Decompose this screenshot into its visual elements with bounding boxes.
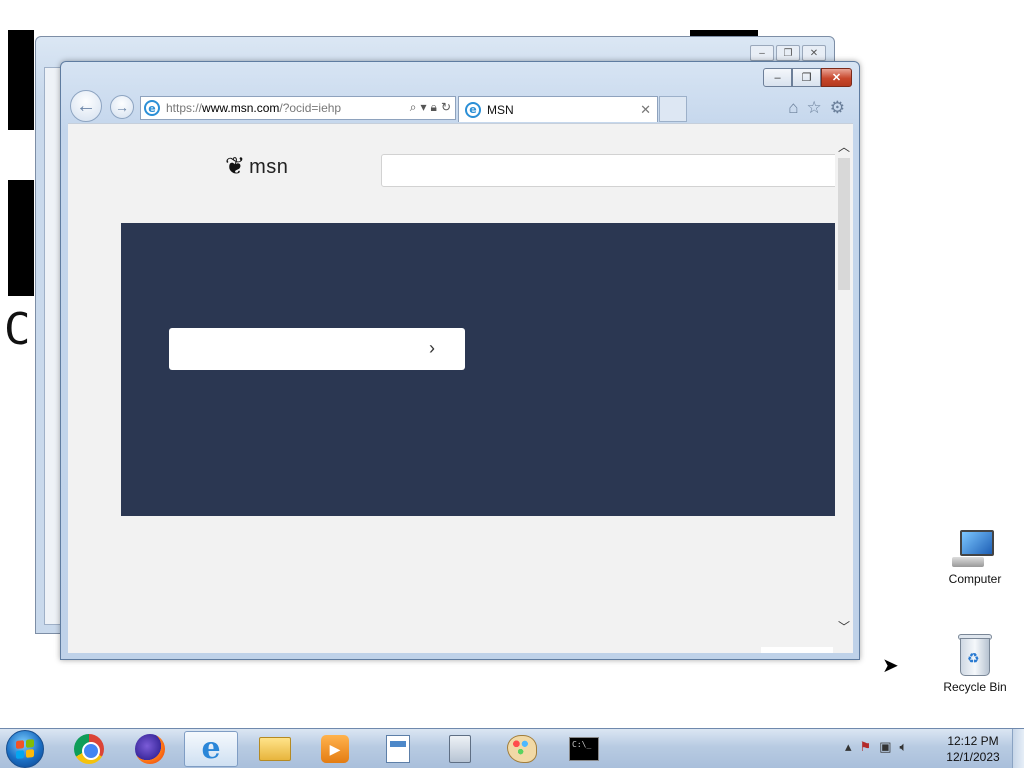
taskbar-item-firefox[interactable] [123, 731, 177, 767]
home-icon[interactable]: ⌂ [788, 98, 798, 118]
search-icon[interactable]: ⌕ [410, 100, 417, 115]
hero-banner: › [121, 223, 835, 516]
recycle-bin-icon: ♻ [958, 632, 992, 676]
taskbar-item-media-player[interactable]: ▶ [308, 731, 362, 767]
taskbar-item-wordpad[interactable] [371, 731, 425, 767]
butterfly-icon: ❦ [225, 153, 246, 180]
taskbar-item-calculator[interactable] [433, 731, 487, 767]
chevron-down-icon[interactable]: ﹀ [838, 618, 850, 635]
desktop-icon-computer[interactable]: Computer [939, 530, 1011, 586]
address-bar[interactable]: e https://www.msn.com/?ocid=iehp ⌕ ▾ 🔒︎ … [140, 96, 456, 120]
command-prompt-icon: C:\_ [569, 737, 599, 761]
msn-logo-text: msn [249, 155, 289, 178]
hero-input[interactable]: › [169, 328, 465, 370]
close-button[interactable]: ✕ [821, 68, 852, 87]
favorites-star-icon[interactable]: ☆ [807, 98, 822, 118]
desktop-icon-label: Recycle Bin [943, 680, 1007, 694]
taskbar-item-explorer[interactable] [248, 731, 302, 767]
media-player-icon: ▶ [321, 735, 349, 763]
system-tray: ▴ ⚑ ▣ 🔈︎ [845, 739, 907, 755]
firefox-icon [135, 734, 165, 764]
desktop-icon-recycle-bin[interactable]: ♻ Recycle Bin [939, 632, 1011, 694]
restore-icon[interactable]: ❐ [776, 45, 800, 61]
taskbar: e ▶ C:\_ ▴ ⚑ ▣ 🔈︎ 12:12 PM 12/1/2023 [0, 728, 1024, 768]
arrow-left-icon: ← [76, 94, 96, 117]
tab-title: MSN [487, 102, 514, 117]
volume-muted-icon[interactable]: 🔈︎ [899, 739, 907, 755]
mouse-cursor-icon: ➤ [882, 655, 899, 677]
minimize-button[interactable]: – [763, 68, 792, 87]
show-hidden-icons-icon[interactable]: ▴ [845, 739, 852, 755]
taskbar-item-chrome[interactable] [62, 731, 116, 767]
internet-explorer-icon: e [465, 101, 481, 118]
restore-icon: ❐ [801, 72, 812, 84]
refresh-icon[interactable]: ↻ [441, 100, 451, 115]
window-controls: – ❐ ✕ [763, 68, 852, 87]
address-bar-actions: ⌕ ▾ 🔒︎ ↻ [410, 100, 451, 115]
taskbar-item-command-prompt[interactable]: C:\_ [557, 731, 611, 767]
scrollbar-thumb[interactable] [838, 158, 850, 290]
folder-icon [259, 737, 291, 761]
show-desktop-button[interactable] [1012, 729, 1024, 768]
minimize-icon[interactable]: – [750, 45, 774, 61]
chrome-icon [74, 734, 104, 764]
network-icon[interactable]: ▣ [879, 739, 891, 755]
internet-explorer-window[interactable]: – ❐ ✕ ← → e https://www.msn.com/?ocid=ie… [60, 61, 860, 660]
new-tab-button[interactable] [659, 96, 687, 122]
chevron-up-icon[interactable]: ︿ [838, 138, 850, 155]
arrow-right-icon: → [115, 99, 129, 115]
computer-icon [952, 530, 998, 568]
browser-toolbar: ⌂ ☆ ⚙ [788, 98, 845, 118]
internet-explorer-icon: e [144, 100, 160, 116]
wordpad-icon [386, 735, 410, 763]
vertical-scrollbar[interactable]: ︿ ﹀ [835, 124, 853, 653]
background-window-controls: – ❐ ✕ [750, 45, 826, 61]
desktop-background-glyph [8, 180, 34, 296]
desktop-background-glyph [8, 30, 34, 130]
minimize-icon: – [774, 71, 781, 84]
close-icon[interactable]: ✕ [802, 45, 826, 61]
page-content: ❦ msn › ︿ ﹀ [68, 123, 853, 653]
search-input[interactable] [381, 154, 841, 187]
lock-icon[interactable]: 🔒︎ [431, 100, 437, 115]
tab-msn[interactable]: e MSN ✕ [458, 96, 658, 122]
back-button[interactable]: ← [70, 90, 102, 122]
forward-button[interactable]: → [110, 95, 134, 119]
clock-date: 12/1/2023 [946, 750, 1000, 764]
desktop-icon-label: Computer [948, 572, 1002, 586]
clock[interactable]: 12:12 PM 12/1/2023 [938, 733, 1008, 765]
maximize-button[interactable]: ❐ [792, 68, 821, 87]
page-footer-strip [761, 647, 833, 653]
dropdown-arrow-icon[interactable]: ▾ [421, 100, 427, 115]
gear-icon[interactable]: ⚙ [830, 98, 845, 118]
msn-logo[interactable]: ❦ msn [225, 155, 288, 179]
paint-icon [507, 735, 537, 763]
windows-logo-icon [16, 739, 34, 759]
chevron-right-icon[interactable]: › [429, 338, 435, 359]
internet-explorer-icon: e [201, 731, 221, 766]
action-center-flag-icon[interactable]: ⚑ [860, 739, 872, 755]
url-text[interactable]: https://www.msn.com/?ocid=iehp [166, 101, 341, 115]
close-icon: ✕ [831, 72, 842, 84]
desktop-background-text: C [4, 304, 31, 355]
calculator-icon [449, 735, 471, 763]
start-button[interactable] [6, 730, 44, 768]
taskbar-item-internet-explorer[interactable]: e [184, 731, 238, 767]
taskbar-item-paint[interactable] [495, 731, 549, 767]
tab-close-icon[interactable]: ✕ [640, 102, 651, 118]
clock-time: 12:12 PM [947, 734, 999, 748]
